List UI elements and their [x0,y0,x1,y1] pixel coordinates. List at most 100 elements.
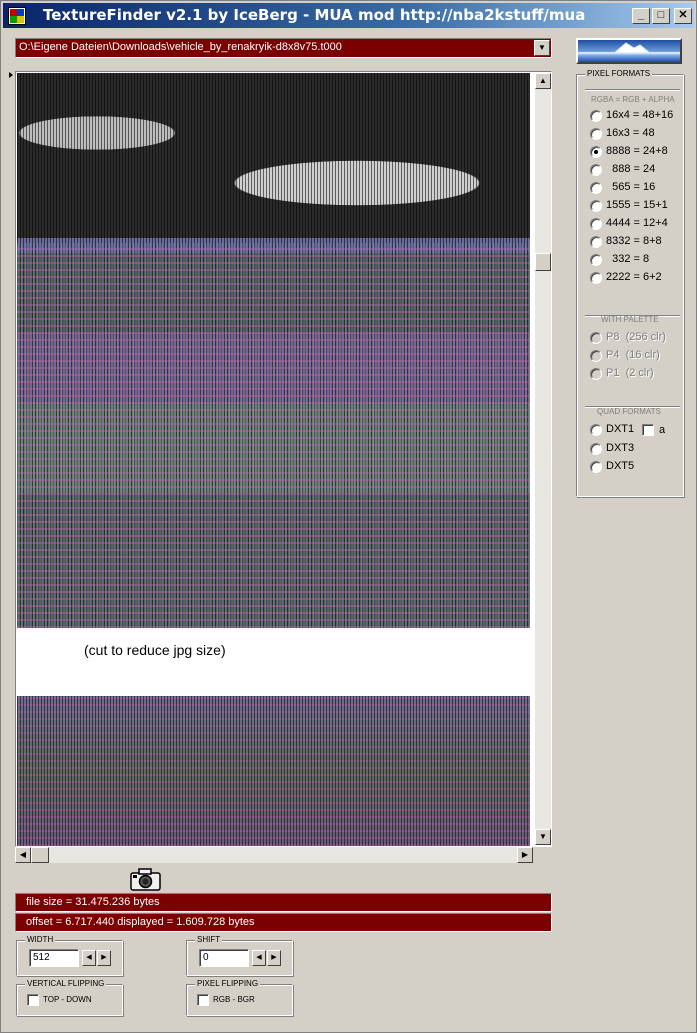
scroll-up-icon[interactable]: ▲ [535,73,551,89]
rgba-format-label: 16x3 = 48 [606,127,655,139]
radio-dot-icon[interactable] [590,182,602,194]
radio-dot-icon[interactable] [590,110,602,122]
rgba-format-radio[interactable]: 16x4 = 48+16 [590,109,678,123]
radio-dot-icon[interactable] [590,146,602,158]
rgba-format-radio[interactable]: 8888 = 24+8 [590,145,678,159]
rgb-bgr-label: RGB - BGR [213,995,255,1004]
quad-format-radio[interactable]: DXT3 [590,442,678,456]
dxt1-alpha-label: a [659,424,666,436]
scroll-left-icon[interactable]: ◀ [15,847,31,863]
pixel-formats-group: PIXEL FORMATS RGBA = RGB + ALPHA 16x4 = … [576,69,684,497]
radio-dot-icon[interactable] [590,164,602,176]
offset-status: offset = 6.717.440 displayed = 1.609.728… [15,913,552,932]
rgba-format-radio[interactable]: 16x3 = 48 [590,127,678,141]
dxt1-alpha-checkbox[interactable] [642,424,654,436]
quad-format-label: DXT3 [606,441,635,454]
pixel-flipping-title: PIXEL FLIPPING [195,979,261,988]
maximize-button[interactable]: □ [652,8,670,24]
texture-preview-bottom [17,696,530,846]
shift-group-title: SHIFT [195,935,223,944]
file-size-text: file size = 31.475.236 bytes [26,896,160,908]
app-icon[interactable] [8,7,26,25]
camera-icon[interactable] [130,867,161,891]
vertical-flipping-title: VERTICAL FLIPPING [25,979,107,988]
radio-dot-icon[interactable] [590,200,602,212]
rgba-format-radio[interactable]: 565 = 16 [590,181,678,195]
rgba-format-radio[interactable]: 2222 = 6+2 [590,271,678,285]
radio-dot-icon[interactable] [590,442,602,455]
title-bar[interactable]: TextureFinder v2.1 by IceBerg - MUA mod … [3,3,694,28]
radio-dot-icon[interactable] [590,461,602,473]
rgba-format-radio[interactable]: 332 = 8 [590,253,678,267]
chevron-down-icon[interactable]: ▼ [534,40,550,56]
shift-input[interactable]: 0 [199,949,249,967]
palette-format-label: P1 (2 clr) [606,367,654,379]
vertical-scroll-thumb[interactable] [535,253,551,271]
palette-format-label: P4 (16 clr) [606,349,660,361]
rgba-format-label: 1555 = 15+1 [606,199,668,211]
palette-format-label: P8 (256 clr) [606,331,666,343]
rgba-format-label: 8888 = 24+8 [606,145,668,157]
radio-dot-icon[interactable] [590,218,602,230]
width-input[interactable]: 512 [29,949,79,967]
radio-dot-icon[interactable] [590,236,602,248]
top-down-checkbox[interactable] [27,994,39,1006]
rgba-format-label: 2222 = 6+2 [606,271,662,283]
rgb-bgr-checkbox[interactable] [197,994,209,1006]
palette-heading: WITH PALETTE [601,315,659,324]
iceberg-logo [576,38,682,64]
rgba-format-label: 16x4 = 48+16 [606,109,674,121]
texture-preview-top [17,73,530,628]
shift-group: SHIFT 0 ◀ ▶ [186,935,293,976]
radio-dot-icon[interactable] [590,424,602,436]
file-size-status: file size = 31.475.236 bytes [15,893,552,912]
iceberg-graphic [612,42,652,54]
quad-heading: QUAD FORMATS [597,407,661,416]
file-path-combobox[interactable]: O:\Eigene Dateien\Downloads\vehicle_by_r… [15,38,552,58]
radio-dot-icon [590,332,602,344]
rgba-format-radio[interactable]: 4444 = 12+4 [590,217,678,231]
quad-format-label: DXT5 [606,460,635,472]
pixel-flipping-group: PIXEL FLIPPING RGB - BGR [186,979,293,1016]
horizontal-scroll-thumb[interactable] [31,847,49,863]
vertical-flipping-group: VERTICAL FLIPPING TOP - DOWN [16,979,123,1016]
rgba-format-radio[interactable]: 888 = 24 [590,163,678,177]
close-button[interactable]: ✕ [674,8,692,24]
shift-decrement-icon[interactable]: ◀ [252,950,266,966]
pixel-formats-title: PIXEL FORMATS [585,69,653,78]
radio-dot-icon[interactable] [590,272,602,284]
file-path-value: O:\Eigene Dateien\Downloads\vehicle_by_r… [19,41,342,53]
radio-dot-icon [590,350,602,362]
rgba-format-radio[interactable]: 8332 = 8+8 [590,235,678,249]
radio-dot-icon [590,368,602,380]
width-increment-icon[interactable]: ▶ [97,950,111,966]
offset-marker-icon [9,72,13,78]
radio-dot-icon[interactable] [590,128,602,140]
rgba-format-radio[interactable]: 1555 = 15+1 [590,199,678,213]
scroll-down-icon[interactable]: ▼ [535,829,551,845]
vertical-scrollbar[interactable]: ▲ ▼ [535,73,551,845]
cut-note: (cut to reduce jpg size) [84,642,226,658]
app-window: TextureFinder v2.1 by IceBerg - MUA mod … [0,0,697,1033]
offset-text: offset = 6.717.440 displayed = 1.609.728… [26,916,255,928]
rgba-heading: RGBA = RGB + ALPHA [591,95,675,104]
radio-dot-icon[interactable] [590,254,602,266]
shift-increment-icon[interactable]: ▶ [267,950,281,966]
rgba-format-label: 888 = 24 [606,163,656,175]
minimize-button[interactable]: _ [632,8,650,24]
texture-viewer[interactable]: (cut to reduce jpg size) [15,71,552,847]
rgba-format-label: 8332 = 8+8 [606,235,662,247]
quad-format-label: DXT1 [606,423,635,435]
width-group-title: WIDTH [25,935,56,944]
cut-note-area: (cut to reduce jpg size) [17,629,530,695]
scroll-right-icon[interactable]: ▶ [517,847,533,863]
width-decrement-icon[interactable]: ◀ [82,950,96,966]
rgba-format-label: 565 = 16 [606,181,656,193]
quad-format-radio[interactable]: DXT5 [590,460,678,474]
rgba-divider [585,89,680,91]
palette-format-radio: P8 (256 clr) [590,331,678,345]
horizontal-scrollbar[interactable]: ◀ ▶ [15,847,533,863]
window-title: TextureFinder v2.1 by IceBerg - MUA mod … [43,6,586,24]
width-group: WIDTH 512 ◀ ▶ [16,935,123,976]
palette-format-radio: P4 (16 clr) [590,349,678,363]
